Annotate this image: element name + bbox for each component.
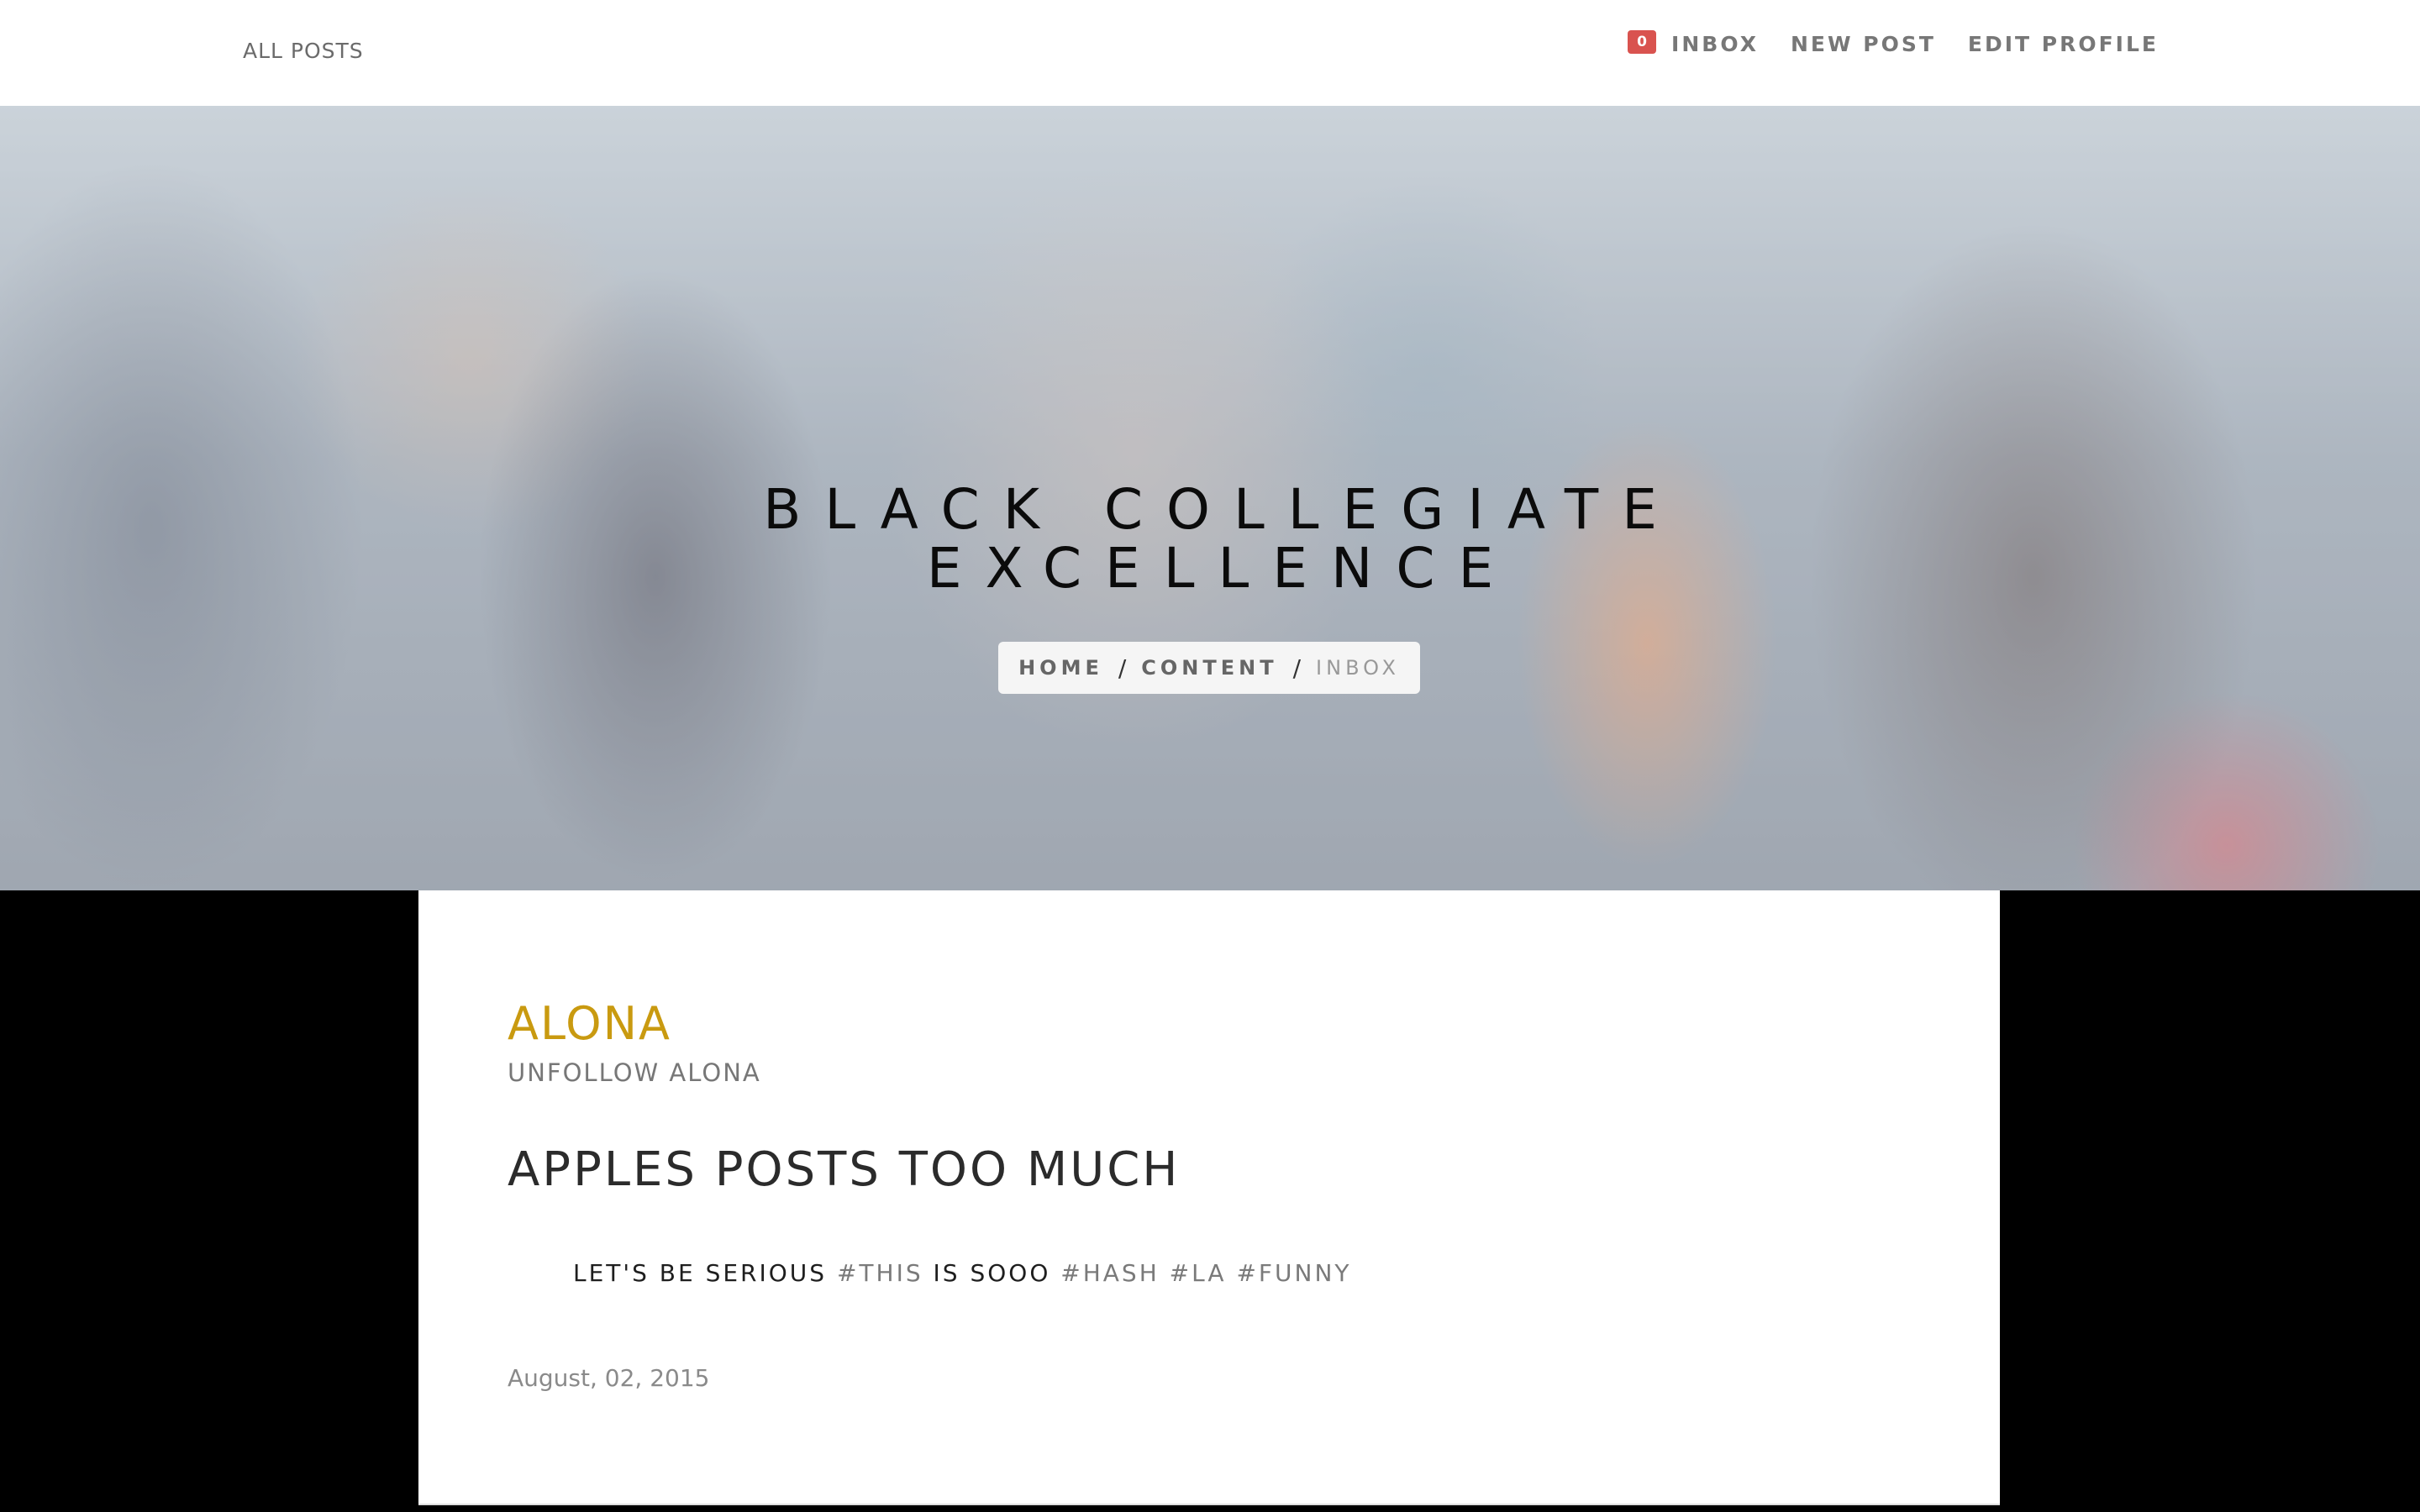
hashtag-link[interactable]: #HASH [1060,1259,1160,1287]
hero-banner: BLACK COLLEGIATE EXCELLENCE HOME / CONTE… [0,106,2420,890]
breadcrumb-content[interactable]: CONTENT [1141,656,1277,680]
hashtag-link[interactable]: #THIS [837,1259,923,1287]
post-date: August, 02, 2015 [508,1364,710,1392]
unfollow-link[interactable]: UNFOLLOW ALONA [508,1058,761,1087]
breadcrumb-separator: / [1292,654,1302,682]
inbox-link[interactable]: 0 INBOX [1628,29,1759,56]
hashtag-link[interactable]: #FUNNY [1236,1259,1351,1287]
author-name[interactable]: ALONA [508,997,671,1050]
top-navbar: ALL POSTS 0 INBOX NEW POST EDIT PROFILE [0,0,2420,107]
nav-menu: 0 INBOX NEW POST EDIT PROFILE [1628,29,2159,56]
site-title-line-2: EXCELLENCE [926,536,1518,601]
edit-profile-link[interactable]: EDIT PROFILE [1968,32,2159,56]
breadcrumb-home[interactable]: HOME [1018,656,1103,680]
new-post-link[interactable]: NEW POST [1791,32,1936,56]
breadcrumb-separator: / [1118,654,1127,682]
inbox-count-badge: 0 [1628,29,1657,54]
all-posts-link[interactable]: ALL POSTS [243,39,364,63]
hashtag-link[interactable]: #LA [1170,1259,1227,1287]
post-text: IS SOOO [933,1259,1051,1287]
inbox-label: INBOX [1671,32,1759,56]
site-title: BLACK COLLEGIATE EXCELLENCE [0,480,2420,598]
breadcrumb-current: INBOX [1316,656,1400,680]
post-title: APPLES POSTS TOO MUCH [508,1142,1181,1197]
post-card: ALONA UNFOLLOW ALONA APPLES POSTS TOO MU… [418,890,2000,1505]
post-text: LET'S BE SERIOUS [573,1259,828,1287]
breadcrumb: HOME / CONTENT / INBOX [998,642,1420,694]
site-title-line-1: BLACK COLLEGIATE [763,477,1681,542]
post-body: LET'S BE SERIOUS #THIS IS SOOO #HASH #LA… [573,1259,1352,1287]
